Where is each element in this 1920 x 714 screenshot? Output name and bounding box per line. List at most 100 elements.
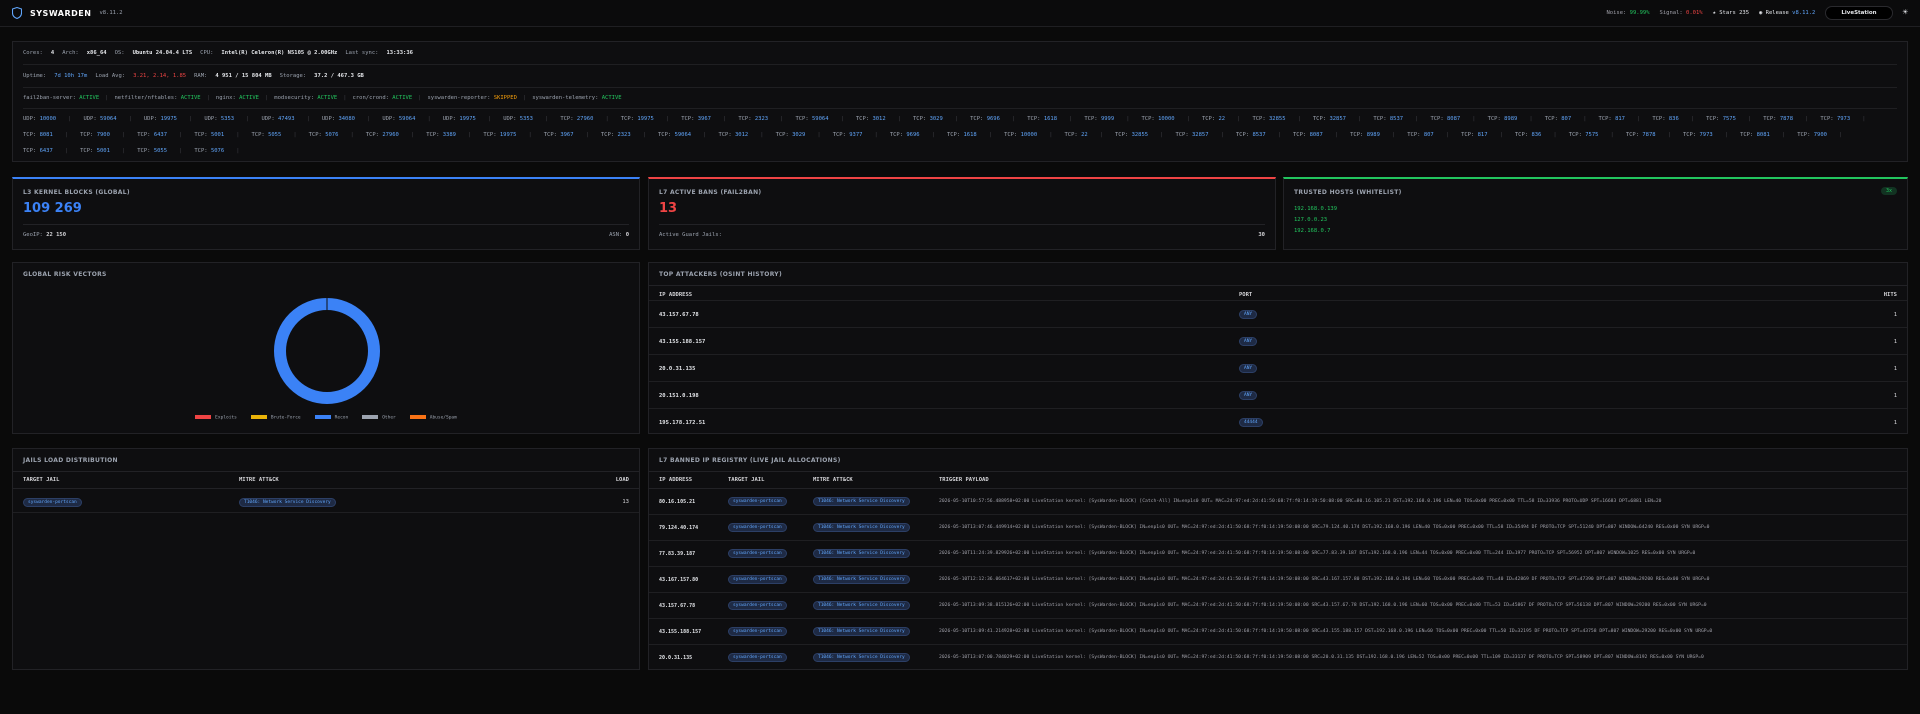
open-port: TCP: 7878 [1763, 116, 1794, 122]
open-port: TCP: 9696 [970, 116, 1000, 122]
open-port: TCP: 3029 [775, 132, 806, 138]
open-port: UDP: 59064 [83, 116, 117, 122]
noise-stat: Noise: 99.99% [1606, 10, 1650, 16]
uptime-value: 7d 10h 17m [54, 73, 88, 79]
app-version: v8.11.2 [99, 10, 123, 16]
release-link[interactable]: ◉ Release v8.11.2 [1759, 10, 1815, 16]
attacker-hits: 1 [1893, 312, 1897, 318]
risk-vectors-panel: GLOBAL RISK VECTORS Exploits Brute-Force R… [12, 262, 640, 434]
top-attackers-panel: TOP ATTACKERS (OSINT HISTORY) IP ADDRESS… [648, 262, 1908, 434]
banned-ip-row[interactable]: 20.0.31.135 syswarden-portscan T1046: Ne… [649, 645, 1907, 669]
active-bans-value: 13 [659, 201, 678, 216]
stars-link[interactable]: ★ Stars 235 [1713, 10, 1749, 16]
attacker-row[interactable]: 195.178.172.51 44444 1 [649, 408, 1907, 435]
open-port: TCP: 3012 [718, 132, 749, 138]
open-port: TCP: 1618 [946, 132, 977, 138]
attacker-hits: 1 [1893, 420, 1897, 426]
open-port: UDP: 34080 [321, 116, 355, 122]
open-port: TCP: 22 [1201, 116, 1226, 122]
banned-ip-row[interactable]: 77.83.39.187 syswarden-portscan T1046: N… [649, 541, 1907, 567]
banned-payload: 2026-05-10T12:12:36.064617+02:00 LiveSta… [939, 577, 1710, 582]
shield-icon [12, 7, 22, 19]
attacker-row[interactable]: 20.0.31.135 ANY 1 [649, 354, 1907, 381]
star-icon: ★ [1712, 10, 1716, 16]
separator: | [418, 95, 422, 101]
open-port: TCP: 6437 [137, 132, 168, 138]
banned-ip-row[interactable]: 43.157.67.78 syswarden-portscan T1046: N… [649, 593, 1907, 619]
brand: SYSWARDEN v8.11.2 [12, 7, 123, 19]
asn-stat: ASN: 0 [609, 232, 629, 238]
col-hits: HITS [1883, 292, 1897, 298]
open-ports-list: UDP: 10000 | UDP: 59064 | UDP: 19975 | UDP: 53… [13, 109, 1893, 159]
jail-row[interactable]: syswarden-portscan T1046: Network Servic… [13, 489, 639, 513]
banned-jail: syswarden-portscan [728, 549, 787, 558]
signal-stat: Signal: 0.01% [1659, 10, 1703, 16]
legend-item: Brute-Force [250, 415, 301, 421]
open-port: TCP: 9377 [832, 132, 863, 138]
open-port: TCP: 9696 [889, 132, 920, 138]
open-port: TCP: 3967 [543, 132, 574, 138]
open-port: TCP: 5055 [137, 148, 168, 154]
banned-ip: 43.155.188.157 [659, 629, 702, 635]
trusted-host: 192.168.0.139 [1294, 206, 1338, 212]
banned-ip-row[interactable]: 79.124.40.174 syswarden-portscan T1046: … [649, 515, 1907, 541]
open-port: TCP: 19975 [620, 116, 654, 122]
open-port: TCP: 2323 [600, 132, 631, 138]
attacker-port: ANY [1239, 337, 1258, 346]
banned-ip-row[interactable]: 80.16.105.21 syswarden-portscan T1046: N… [649, 489, 1907, 515]
open-port: UDP: 47493 [261, 116, 295, 122]
open-port: TCP: 8087 [1293, 132, 1323, 138]
col-load: LOAD [615, 477, 629, 483]
open-port: TCP: 9999 [1084, 116, 1115, 122]
service-status: syswarden-reporter: SKIPPED [427, 95, 517, 101]
service-status: modsecurity: ACTIVE [274, 95, 338, 101]
banned-ip: 79.124.40.174 [659, 525, 699, 531]
banned-jail: syswarden-portscan [728, 497, 787, 506]
arch-value: x86_64 [86, 50, 107, 56]
open-port: TCP: 5001 [80, 148, 110, 154]
banned-ip-row[interactable]: 43.155.188.157 syswarden-portscan T1046:… [649, 619, 1907, 645]
open-port: TCP: 3389 [426, 132, 456, 138]
banned-ip-row[interactable]: 43.167.157.80 syswarden-portscan T1046: … [649, 567, 1907, 593]
cpu-value: Intel(R) Celeron(R) N5105 @ 2.00GHz [221, 50, 338, 56]
attacker-ip: 195.178.172.51 [659, 420, 706, 426]
open-port: TCP: 32855 [1252, 116, 1286, 122]
risk-vectors-title: GLOBAL RISK VECTORS [23, 271, 107, 278]
open-port: TCP: 8989 [1350, 132, 1380, 138]
cores-value: 4 [50, 50, 55, 56]
banned-jail: syswarden-portscan [728, 653, 787, 662]
banned-ip: 77.83.39.187 [659, 551, 696, 557]
open-port: UDP: 10000 [23, 116, 57, 122]
open-port: TCP: 7575 [1568, 132, 1599, 138]
donut-slice-recon[interactable] [274, 298, 380, 404]
banned-jail: syswarden-portscan [728, 627, 787, 636]
open-port: UDP: 5353 [503, 116, 533, 122]
separator: | [522, 95, 527, 101]
attacker-row[interactable]: 20.151.0.198 ANY 1 [649, 381, 1907, 408]
banned-payload: 2026-05-10T13:07:46.449914+02:00 LiveSta… [939, 525, 1710, 530]
open-port: UDP: 19975 [442, 116, 476, 122]
open-port: TCP: 7575 [1706, 116, 1736, 122]
open-port: TCP: 32857 [1175, 132, 1209, 138]
attacker-row[interactable]: 43.155.188.157 ANY 1 [649, 327, 1907, 354]
open-port: TCP: 8537 [1235, 132, 1266, 138]
open-port: TCP: 836 [1652, 116, 1679, 122]
open-port: TCP: 59064 [658, 132, 692, 138]
attacker-row[interactable]: 43.157.67.78 ANY 1 [649, 300, 1907, 327]
theme-toggle-icon[interactable]: ☀ [1903, 8, 1908, 18]
active-bans-title: L7 ACTIVE BANS (FAIL2BAN) [659, 189, 762, 196]
open-port: TCP: 7900 [1797, 132, 1827, 138]
open-port: TCP: 807 [1407, 132, 1434, 138]
legend-swatch [362, 415, 379, 419]
jails-load-title: JAILS LOAD DISTRIBUTION [23, 457, 118, 464]
os-value: Ubuntu 24.04.4 LTS [132, 50, 193, 56]
top-bar: SYSWARDEN v8.11.2 Noise: 99.99% Signal: … [0, 0, 1920, 27]
attacker-port: ANY [1239, 310, 1258, 319]
open-port: TCP: 22 [1064, 132, 1088, 138]
trusted-host: 127.0.0.23 [1294, 217, 1328, 223]
col-port: PORT [1239, 292, 1253, 298]
separator: | [105, 95, 109, 101]
live-station-button[interactable]: LiveStation [1825, 6, 1893, 20]
open-port: TCP: 27960 [365, 132, 399, 138]
risk-legend: Exploits Brute-Force Recon Other Abuse/Spam [13, 415, 639, 421]
